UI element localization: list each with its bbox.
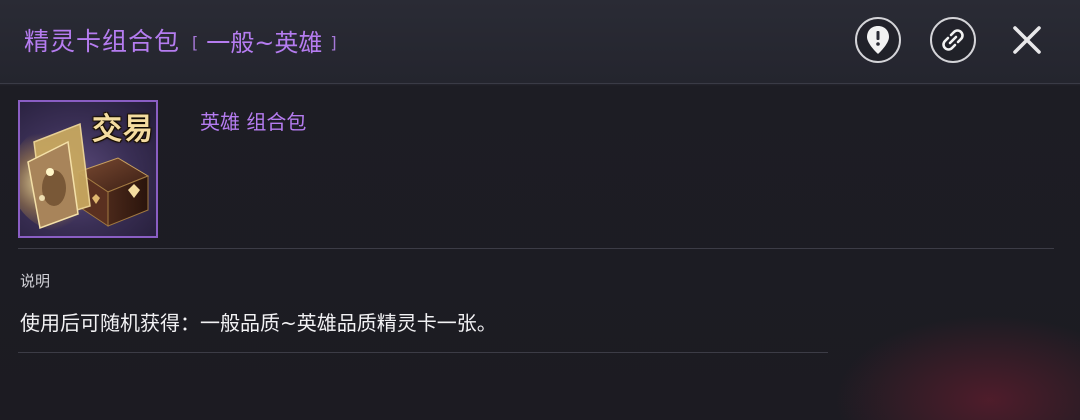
divider	[18, 352, 828, 353]
panel-header: 精灵卡组合包 [ 一般~英雄 ]	[0, 0, 1080, 84]
divider	[18, 248, 1054, 249]
item-name: 精灵卡组合包	[24, 27, 181, 56]
location-alert-icon	[867, 26, 889, 54]
item-detail-panel: 精灵卡组合包 [ 一般~英雄 ] 交易 英雄 组合包 说明 使用后可随机获得：一…	[0, 0, 1080, 420]
panel-title: 精灵卡组合包 [ 一般~英雄 ]	[24, 22, 337, 58]
close-icon	[1013, 26, 1041, 54]
chain-link-icon	[942, 29, 964, 51]
close-button[interactable]	[1004, 17, 1050, 63]
share-link-button[interactable]	[930, 17, 976, 63]
description-label: 说明	[20, 272, 51, 290]
grade-bracket-open: [	[192, 32, 199, 52]
item-type-label: 英雄 组合包	[200, 110, 307, 134]
item-icon-frame[interactable]: 交易	[18, 100, 158, 238]
trade-tag: 交易	[92, 112, 154, 147]
item-grade: 一般~英雄	[206, 28, 323, 57]
grade-bracket-close: ]	[330, 32, 337, 52]
description-text: 使用后可随机获得：一般品质~英雄品质精灵卡一张。	[20, 311, 497, 335]
report-button[interactable]	[855, 17, 901, 63]
